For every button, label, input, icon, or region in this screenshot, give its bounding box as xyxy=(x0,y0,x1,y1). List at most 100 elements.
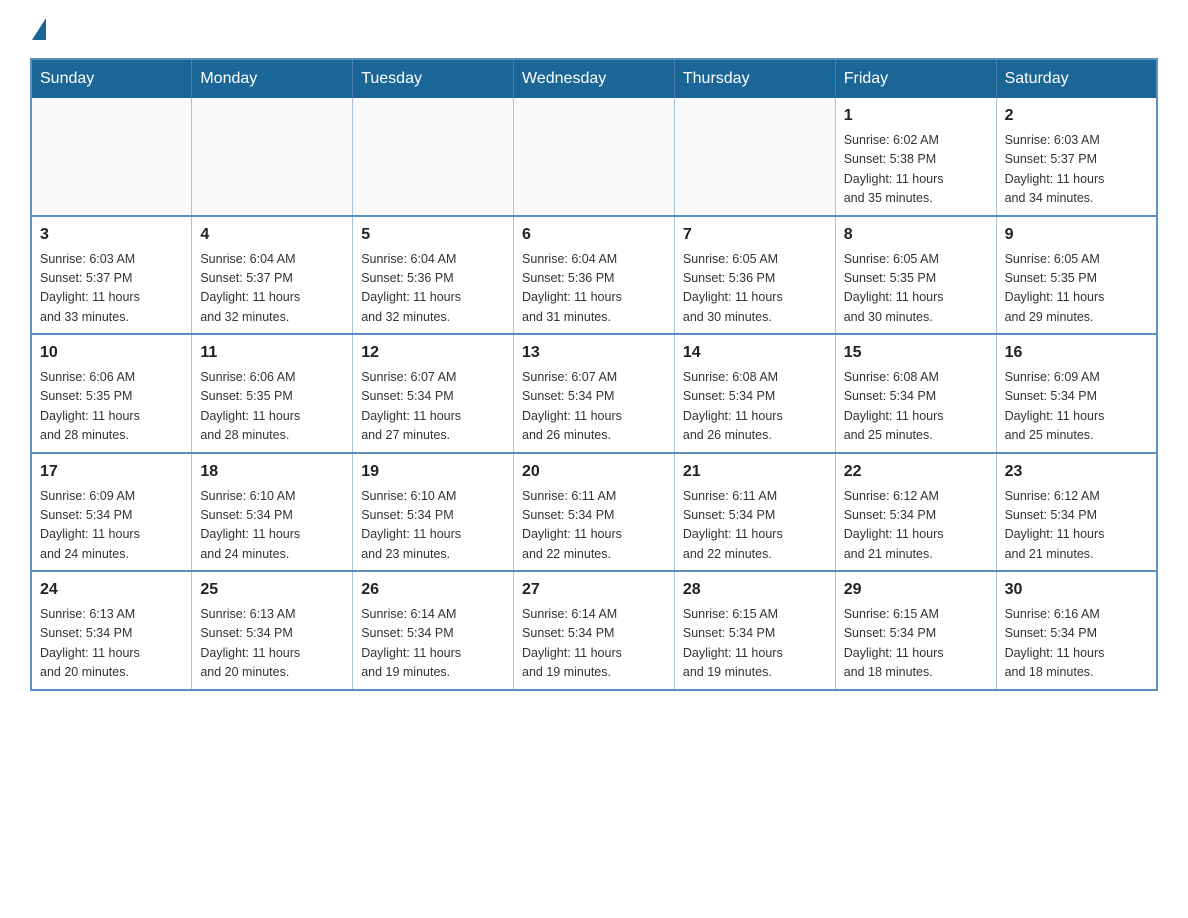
day-info: Sunrise: 6:04 AM Sunset: 5:36 PM Dayligh… xyxy=(361,250,505,328)
day-number: 11 xyxy=(200,341,344,365)
calendar-cell: 27Sunrise: 6:14 AM Sunset: 5:34 PM Dayli… xyxy=(514,571,675,690)
calendar-cell: 14 Sunrise: 6:08 AM Sunset: 5:34 PM Dayli… xyxy=(674,334,835,453)
calendar-cell: 11Sunrise: 6:06 AM Sunset: 5:35 PM Dayli… xyxy=(192,334,353,453)
day-info: Sunrise: 6:08 AM Sunset: 5:34 PM Dayligh… xyxy=(683,368,827,446)
day-info: Sunrise: 6:05 AM Sunset: 5:36 PM Dayligh… xyxy=(683,250,827,328)
day-number: 18 xyxy=(200,460,344,484)
calendar-cell: 6 Sunrise: 6:04 AM Sunset: 5:36 PM Daylig… xyxy=(514,216,675,335)
day-number: 23 xyxy=(1005,460,1148,484)
day-info: Sunrise: 6:15 AM Sunset: 5:34 PM Dayligh… xyxy=(844,605,988,683)
weekday-header-monday: Monday xyxy=(192,59,353,98)
day-info: Sunrise: 6:11 AM Sunset: 5:34 PM Dayligh… xyxy=(522,487,666,565)
weekday-header-wednesday: Wednesday xyxy=(514,59,675,98)
calendar-cell xyxy=(514,98,675,216)
day-info: Sunrise: 6:13 AM Sunset: 5:34 PM Dayligh… xyxy=(40,605,183,683)
day-info: Sunrise: 6:04 AM Sunset: 5:36 PM Dayligh… xyxy=(522,250,666,328)
day-number: 26 xyxy=(361,578,505,602)
day-info: Sunrise: 6:05 AM Sunset: 5:35 PM Dayligh… xyxy=(844,250,988,328)
day-info: Sunrise: 6:13 AM Sunset: 5:34 PM Dayligh… xyxy=(200,605,344,683)
calendar-cell: 17 Sunrise: 6:09 AM Sunset: 5:34 PM Dayli… xyxy=(31,453,192,572)
day-info: Sunrise: 6:14 AM Sunset: 5:34 PM Dayligh… xyxy=(361,605,505,683)
calendar-cell: 19Sunrise: 6:10 AM Sunset: 5:34 PM Dayli… xyxy=(353,453,514,572)
calendar-cell: 22Sunrise: 6:12 AM Sunset: 5:34 PM Dayli… xyxy=(835,453,996,572)
day-number: 24 xyxy=(40,578,183,602)
day-number: 30 xyxy=(1005,578,1148,602)
calendar-cell xyxy=(674,98,835,216)
calendar-cell: 21 Sunrise: 6:11 AM Sunset: 5:34 PM Dayli… xyxy=(674,453,835,572)
calendar-cell: 3 Sunrise: 6:03 AM Sunset: 5:37 PM Daylig… xyxy=(31,216,192,335)
day-info: Sunrise: 6:15 AM Sunset: 5:34 PM Dayligh… xyxy=(683,605,827,683)
calendar-cell: 28 Sunrise: 6:15 AM Sunset: 5:34 PM Dayli… xyxy=(674,571,835,690)
calendar-week-row: 17 Sunrise: 6:09 AM Sunset: 5:34 PM Dayli… xyxy=(31,453,1157,572)
day-number: 15 xyxy=(844,341,988,365)
logo xyxy=(30,20,46,38)
calendar-cell: 12 Sunrise: 6:07 AM Sunset: 5:34 PM Dayli… xyxy=(353,334,514,453)
day-number: 17 xyxy=(40,460,183,484)
day-number: 1 xyxy=(844,104,988,128)
day-info: Sunrise: 6:09 AM Sunset: 5:34 PM Dayligh… xyxy=(40,487,183,565)
calendar-cell: 26 Sunrise: 6:14 AM Sunset: 5:34 PM Dayli… xyxy=(353,571,514,690)
day-info: Sunrise: 6:04 AM Sunset: 5:37 PM Dayligh… xyxy=(200,250,344,328)
calendar-table: SundayMondayTuesdayWednesdayThursdayFrid… xyxy=(30,58,1158,691)
day-number: 6 xyxy=(522,223,666,247)
calendar-cell: 29 Sunrise: 6:15 AM Sunset: 5:34 PM Dayli… xyxy=(835,571,996,690)
day-number: 28 xyxy=(683,578,827,602)
calendar-cell xyxy=(31,98,192,216)
day-number: 8 xyxy=(844,223,988,247)
page-header xyxy=(30,20,1158,38)
day-number: 2 xyxy=(1005,104,1148,128)
calendar-cell: 8 Sunrise: 6:05 AM Sunset: 5:35 PM Daylig… xyxy=(835,216,996,335)
calendar-header-row: SundayMondayTuesdayWednesdayThursdayFrid… xyxy=(31,59,1157,98)
day-info: Sunrise: 6:07 AM Sunset: 5:34 PM Dayligh… xyxy=(361,368,505,446)
day-info: Sunrise: 6:16 AM Sunset: 5:34 PM Dayligh… xyxy=(1005,605,1148,683)
day-info: Sunrise: 6:12 AM Sunset: 5:34 PM Dayligh… xyxy=(844,487,988,565)
calendar-cell: 1 Sunrise: 6:02 AM Sunset: 5:38 PM Daylig… xyxy=(835,98,996,216)
weekday-header-saturday: Saturday xyxy=(996,59,1157,98)
calendar-cell xyxy=(353,98,514,216)
calendar-cell: 15 Sunrise: 6:08 AM Sunset: 5:34 PM Dayli… xyxy=(835,334,996,453)
weekday-header-thursday: Thursday xyxy=(674,59,835,98)
calendar-week-row: 3 Sunrise: 6:03 AM Sunset: 5:37 PM Daylig… xyxy=(31,216,1157,335)
weekday-header-sunday: Sunday xyxy=(31,59,192,98)
day-info: Sunrise: 6:11 AM Sunset: 5:34 PM Dayligh… xyxy=(683,487,827,565)
calendar-week-row: 10 Sunrise: 6:06 AM Sunset: 5:35 PM Dayli… xyxy=(31,334,1157,453)
logo-triangle-icon xyxy=(32,18,46,40)
day-info: Sunrise: 6:02 AM Sunset: 5:38 PM Dayligh… xyxy=(844,131,988,209)
day-number: 5 xyxy=(361,223,505,247)
weekday-header-tuesday: Tuesday xyxy=(353,59,514,98)
calendar-cell: 2 Sunrise: 6:03 AM Sunset: 5:37 PM Daylig… xyxy=(996,98,1157,216)
day-number: 29 xyxy=(844,578,988,602)
calendar-cell: 23 Sunrise: 6:12 AM Sunset: 5:34 PM Dayli… xyxy=(996,453,1157,572)
day-number: 4 xyxy=(200,223,344,247)
day-number: 10 xyxy=(40,341,183,365)
day-info: Sunrise: 6:08 AM Sunset: 5:34 PM Dayligh… xyxy=(844,368,988,446)
calendar-cell: 16Sunrise: 6:09 AM Sunset: 5:34 PM Dayli… xyxy=(996,334,1157,453)
calendar-cell: 5 Sunrise: 6:04 AM Sunset: 5:36 PM Daylig… xyxy=(353,216,514,335)
calendar-cell: 20Sunrise: 6:11 AM Sunset: 5:34 PM Dayli… xyxy=(514,453,675,572)
calendar-week-row: 1 Sunrise: 6:02 AM Sunset: 5:38 PM Daylig… xyxy=(31,98,1157,216)
calendar-cell: 18 Sunrise: 6:10 AM Sunset: 5:34 PM Dayli… xyxy=(192,453,353,572)
day-info: Sunrise: 6:10 AM Sunset: 5:34 PM Dayligh… xyxy=(200,487,344,565)
day-info: Sunrise: 6:05 AM Sunset: 5:35 PM Dayligh… xyxy=(1005,250,1148,328)
day-info: Sunrise: 6:07 AM Sunset: 5:34 PM Dayligh… xyxy=(522,368,666,446)
calendar-cell: 9Sunrise: 6:05 AM Sunset: 5:35 PM Daylig… xyxy=(996,216,1157,335)
day-number: 7 xyxy=(683,223,827,247)
day-number: 19 xyxy=(361,460,505,484)
calendar-cell: 7 Sunrise: 6:05 AM Sunset: 5:36 PM Daylig… xyxy=(674,216,835,335)
day-number: 21 xyxy=(683,460,827,484)
calendar-cell: 10 Sunrise: 6:06 AM Sunset: 5:35 PM Dayli… xyxy=(31,334,192,453)
calendar-cell: 13 Sunrise: 6:07 AM Sunset: 5:34 PM Dayli… xyxy=(514,334,675,453)
day-info: Sunrise: 6:03 AM Sunset: 5:37 PM Dayligh… xyxy=(40,250,183,328)
day-info: Sunrise: 6:03 AM Sunset: 5:37 PM Dayligh… xyxy=(1005,131,1148,209)
day-info: Sunrise: 6:06 AM Sunset: 5:35 PM Dayligh… xyxy=(40,368,183,446)
day-number: 3 xyxy=(40,223,183,247)
weekday-header-friday: Friday xyxy=(835,59,996,98)
day-number: 13 xyxy=(522,341,666,365)
day-number: 16 xyxy=(1005,341,1148,365)
day-number: 14 xyxy=(683,341,827,365)
calendar-cell: 4 Sunrise: 6:04 AM Sunset: 5:37 PM Daylig… xyxy=(192,216,353,335)
day-number: 12 xyxy=(361,341,505,365)
calendar-cell: 24 Sunrise: 6:13 AM Sunset: 5:34 PM Dayli… xyxy=(31,571,192,690)
day-info: Sunrise: 6:12 AM Sunset: 5:34 PM Dayligh… xyxy=(1005,487,1148,565)
day-number: 25 xyxy=(200,578,344,602)
